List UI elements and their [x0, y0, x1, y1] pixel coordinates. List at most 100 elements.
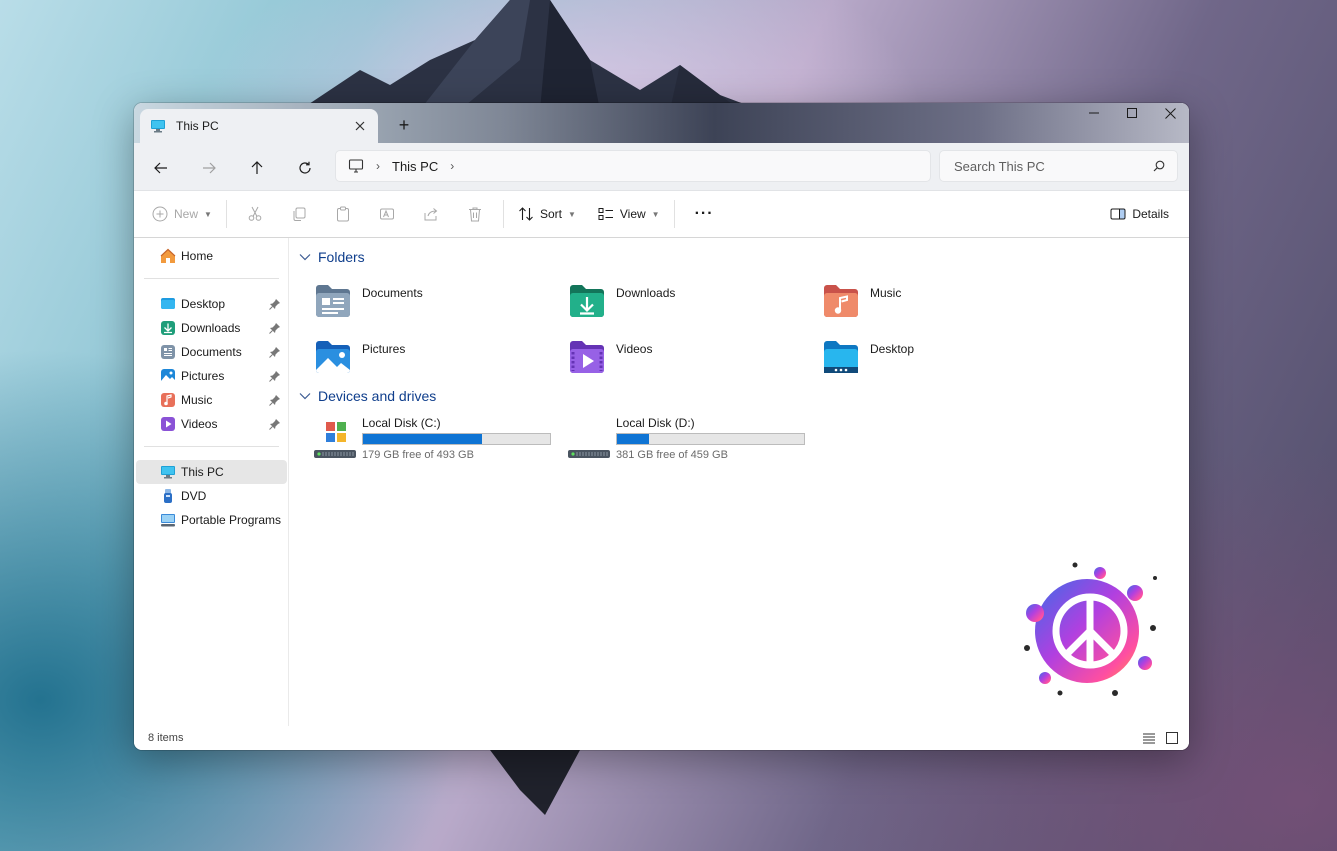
large-icons-view-icon[interactable]: [1165, 731, 1179, 745]
share-button[interactable]: [409, 198, 453, 230]
sidebar-item-desktop[interactable]: Desktop: [136, 292, 287, 316]
sidebar-item-music[interactable]: Music: [136, 388, 287, 412]
paste-button[interactable]: [321, 198, 365, 230]
sort-button[interactable]: Sort ▼: [510, 198, 584, 230]
music-folder-icon: [161, 393, 175, 407]
sidebar-item-label: Videos: [181, 417, 218, 431]
details-button[interactable]: Details: [1102, 198, 1177, 230]
copy-button[interactable]: [277, 198, 321, 230]
new-label: New: [174, 207, 199, 221]
pin-icon[interactable]: [269, 322, 281, 334]
drive-d[interactable]: Local Disk (D:) 381 GB free of 459 GB: [566, 416, 805, 462]
refresh-button[interactable]: [290, 155, 320, 181]
folder-label: Music: [870, 286, 902, 300]
sidebar-item-portable-programs[interactable]: Portable Programs: [136, 508, 287, 532]
folder-desktop[interactable]: Desktop: [822, 338, 914, 376]
chevron-down-icon: ▼: [651, 209, 660, 219]
pin-icon[interactable]: [269, 370, 281, 382]
sidebar-item-label: This PC: [181, 465, 224, 479]
folder-pictures[interactable]: Pictures: [314, 338, 405, 376]
drive-c[interactable]: Local Disk (C:) 179 GB free of 493 GB: [312, 416, 551, 462]
back-button[interactable]: [146, 155, 176, 181]
divider: [502, 200, 504, 228]
drive-info: Local Disk (D:) 381 GB free of 459 GB: [616, 416, 805, 462]
sidebar-item-this-pc[interactable]: This PC: [136, 460, 287, 484]
folder-label: Pictures: [362, 342, 406, 356]
close-tab-icon[interactable]: [352, 118, 368, 134]
more-options-button[interactable]: ···: [681, 198, 728, 230]
rename-button[interactable]: [365, 198, 409, 230]
view-button[interactable]: View ▼: [590, 198, 668, 230]
drive-usage-bar: [362, 433, 551, 445]
sidebar-item-downloads[interactable]: Downloads: [136, 316, 287, 340]
folder-label: Downloads: [616, 286, 676, 300]
this-pc-icon: [161, 466, 175, 479]
up-button[interactable]: [242, 155, 272, 181]
downloads-folder-icon: [161, 321, 175, 335]
view-icon: [598, 208, 613, 220]
sidebar-item-label: Downloads: [181, 321, 241, 335]
folder-documents[interactable]: Documents: [314, 282, 423, 320]
folder-label: Videos: [616, 342, 653, 356]
documents-folder-icon: [316, 285, 350, 317]
windows-drive-icon: [314, 422, 356, 458]
sidebar-item-label: DVD: [181, 489, 207, 503]
search-input[interactable]: [954, 158, 1153, 174]
chevron-down-icon: ▼: [204, 209, 212, 219]
clipboard-icon: [336, 206, 349, 222]
minimize-icon: [1089, 112, 1099, 114]
pin-icon[interactable]: [269, 394, 281, 406]
breadcrumb-this-pc[interactable]: This PC: [392, 159, 438, 174]
drive-name: Local Disk (C:): [362, 416, 441, 430]
chevron-right-icon[interactable]: ›: [450, 159, 454, 173]
drive-usage-bar: [616, 433, 805, 445]
sidebar-item-home[interactable]: Home: [136, 244, 287, 268]
minimize-button[interactable]: [1075, 103, 1113, 123]
sidebar-item-dvd[interactable]: DVD: [136, 484, 287, 508]
arrow-right-icon: [203, 162, 216, 174]
sidebar-item-label: Portable Programs: [181, 513, 282, 527]
devices-group-header[interactable]: Devices and drives: [298, 388, 436, 404]
pin-icon[interactable]: [269, 298, 281, 310]
divider: [144, 278, 279, 279]
pin-icon[interactable]: [269, 418, 281, 430]
hard-drive-icon: [568, 450, 610, 458]
tab-this-pc[interactable]: This PC: [140, 109, 378, 143]
tab-title: This PC: [176, 119, 219, 133]
refresh-icon: [299, 161, 311, 174]
new-button[interactable]: New ▼: [144, 198, 220, 230]
sidebar-item-pictures[interactable]: Pictures: [136, 364, 287, 388]
maximize-button[interactable]: [1113, 103, 1151, 123]
dvd-drive-icon: [164, 489, 172, 503]
folders-group-header[interactable]: Folders: [298, 249, 365, 265]
folder-music[interactable]: Music: [822, 282, 901, 320]
folder-videos[interactable]: Videos: [568, 338, 652, 376]
arrow-up-icon: [251, 161, 263, 174]
folders-header-label: Folders: [318, 249, 365, 265]
search-box[interactable]: [939, 150, 1178, 182]
sidebar-item-label: Documents: [181, 345, 242, 359]
desktop-folder-icon: [161, 298, 175, 309]
details-view-icon[interactable]: [1142, 731, 1156, 745]
trash-icon: [468, 207, 481, 222]
scissors-icon: [248, 206, 262, 221]
item-count: 8 items: [148, 732, 184, 744]
chevron-right-icon[interactable]: ›: [376, 159, 380, 173]
forward-button[interactable]: [194, 155, 224, 181]
new-tab-button[interactable]: +: [396, 116, 412, 134]
delete-button[interactable]: [453, 198, 497, 230]
sort-label: Sort: [539, 207, 562, 221]
sidebar-item-documents[interactable]: Documents: [136, 340, 287, 364]
sidebar-item-videos[interactable]: Videos: [136, 412, 287, 436]
folder-downloads[interactable]: Downloads: [568, 282, 675, 320]
sidebar-item-label: Home: [181, 249, 214, 263]
cut-button[interactable]: [233, 198, 277, 230]
pin-icon[interactable]: [269, 346, 281, 358]
drive-free-space: 381 GB free of 459 GB: [616, 449, 728, 461]
pictures-folder-icon: [161, 369, 175, 383]
this-pc-icon: [151, 120, 165, 133]
desktop-folder-icon: [824, 341, 858, 373]
close-window-button[interactable]: [1151, 103, 1189, 123]
address-bar[interactable]: › This PC ›: [335, 150, 931, 182]
peace-sign-watermark: [1024, 562, 1157, 696]
